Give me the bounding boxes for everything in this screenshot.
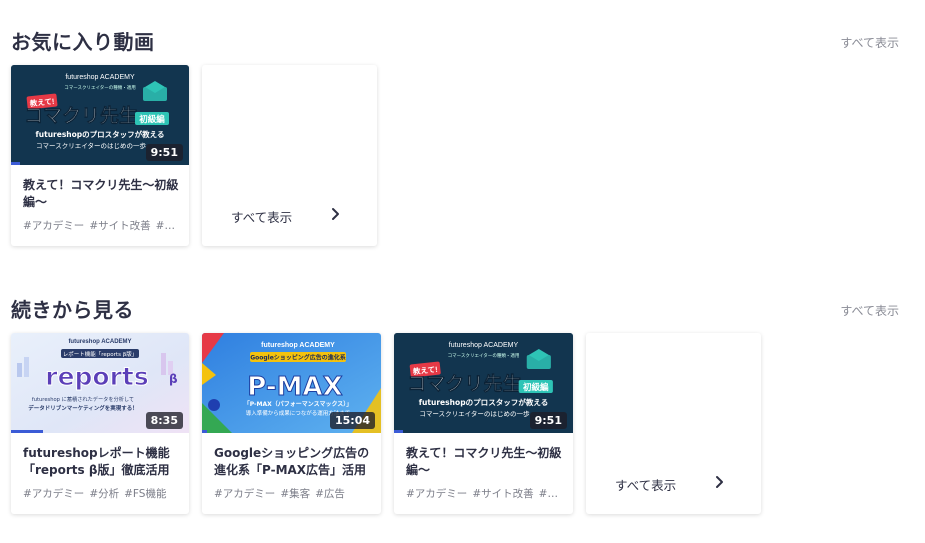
- tag[interactable]: #アカデミー: [214, 488, 275, 500]
- tag[interactable]: #アカデミー: [23, 488, 84, 500]
- video-thumbnail: futureshop ACADEMY Googleショッピング広告の進化系 P-…: [202, 333, 381, 433]
- video-tags: #アカデミー #サイト改善 #コマースクリエイター: [406, 486, 563, 501]
- thumb-sub: コマースクリエイターの種類・適用: [64, 84, 136, 91]
- thumb-main: P-MAX: [247, 372, 342, 402]
- watch-progress-bar: [202, 430, 208, 433]
- video-thumbnail: futureshop ACADEMY レポート機能「reports β版」 re…: [11, 333, 189, 433]
- tag[interactable]: #コマースクリエイター: [539, 488, 563, 500]
- thumb-badge: レポート機能「reports β版」: [63, 350, 137, 358]
- video-title: futureshopレポート機能「reports β版」徹底活用【…: [23, 446, 170, 477]
- tag[interactable]: #コマースクリエイター: [156, 220, 179, 232]
- thumb-caption2: データドリブンマーケティングを実現する！: [28, 404, 138, 412]
- tag[interactable]: #サイト改善: [472, 488, 533, 500]
- video-duration: 15:04: [329, 412, 375, 429]
- video-title: 教えて！コマクリ先生〜初級編〜: [406, 446, 562, 477]
- continue-watching-title: 続きから見る: [11, 298, 134, 322]
- tag[interactable]: #サイト改善: [89, 220, 150, 232]
- video-card-reports[interactable]: futureshop ACADEMY レポート機能「reports β版」 re…: [11, 333, 189, 514]
- thumb-caption2: コマースクリエイターのはじめの一歩: [419, 409, 530, 418]
- tag[interactable]: #FS機能: [124, 488, 166, 500]
- thumb-brand: futureshop ACADEMY: [449, 342, 519, 349]
- video-thumbnail: futureshop ACADEMY コマースクリエイターの種類・適用 教えて!…: [394, 333, 573, 433]
- thumb-sub: コマースクリエイターの種類・適用: [448, 352, 520, 359]
- watch-progress-bar: [11, 162, 20, 165]
- thumb-caption1: 「P-MAX（パフォーマンスマックス）」: [244, 400, 353, 408]
- thumb-badge: Googleショッピング広告の進化系: [250, 354, 346, 362]
- thumb-caption1: futureshop に蓄積されたデータを分析して: [32, 395, 134, 403]
- continue-show-all-card[interactable]: すべて表示: [586, 333, 761, 514]
- watch-progress-bar: [11, 430, 44, 433]
- video-thumbnail: futureshop ACADEMY コマースクリエイターの種類・適用 教えて!…: [11, 65, 189, 165]
- video-card-komakuri[interactable]: futureshop ACADEMY コマースクリエイターの種類・適用 教えて!…: [394, 333, 573, 514]
- video-tags: #アカデミー #集客 #広告: [214, 486, 371, 501]
- favorites-show-all-card[interactable]: すべて表示: [202, 65, 377, 246]
- thumb-brand: futureshop ACADEMY: [68, 339, 131, 345]
- tag[interactable]: #アカデミー: [406, 488, 467, 500]
- favorites-show-all-link[interactable]: すべて表示: [840, 34, 899, 51]
- tag[interactable]: #広告: [315, 488, 345, 500]
- favorites-title: お気に入り動画: [11, 30, 155, 54]
- thumb-main: コマクリ先生: [24, 104, 138, 127]
- tag[interactable]: #アカデミー: [23, 220, 84, 232]
- show-all-label: すべて表示: [615, 478, 677, 493]
- thumb-main: reports: [45, 362, 149, 391]
- video-card-pmax[interactable]: futureshop ACADEMY Googleショッピング広告の進化系 P-…: [202, 333, 381, 514]
- thumb-level: 初級編: [139, 114, 165, 125]
- thumb-brand: futureshop ACADEMY: [261, 342, 335, 349]
- chevron-right-icon: [332, 208, 339, 220]
- chevron-right-icon: [716, 476, 723, 488]
- thumb-brand: futureshop ACADEMY: [65, 74, 135, 81]
- thumb-caption1: futureshopのプロスタッフが教える: [419, 397, 549, 407]
- thumb-caption1: futureshopのプロスタッフが教える: [36, 129, 165, 139]
- video-duration: 9:51: [145, 144, 183, 161]
- video-duration: 9:51: [529, 412, 567, 429]
- watch-progress-bar: [394, 430, 403, 433]
- video-title: 教えて！コマクリ先生〜初級編〜: [23, 178, 179, 209]
- svg-text:β: β: [169, 372, 178, 386]
- continue-show-all-link[interactable]: すべて表示: [840, 302, 899, 319]
- video-card-komakuri[interactable]: futureshop ACADEMY コマースクリエイターの種類・適用 教えて!…: [11, 65, 189, 246]
- video-tags: #アカデミー #サイト改善 #コマースクリエイター: [23, 218, 179, 233]
- show-all-label: すべて表示: [231, 210, 293, 225]
- thumb-caption2: コマースクリエイターのはじめの一歩: [36, 141, 146, 150]
- video-tags: #アカデミー #分析 #FS機能: [23, 486, 179, 501]
- thumb-level: 初級編: [523, 382, 549, 393]
- video-duration: 8:35: [145, 412, 183, 429]
- thumb-main: コマクリ先生: [407, 372, 522, 395]
- tag[interactable]: #分析: [89, 488, 119, 500]
- tag[interactable]: #集客: [280, 488, 310, 500]
- video-title: Googleショッピング広告の進化系「P-MAX広告」活用講…: [214, 446, 370, 477]
